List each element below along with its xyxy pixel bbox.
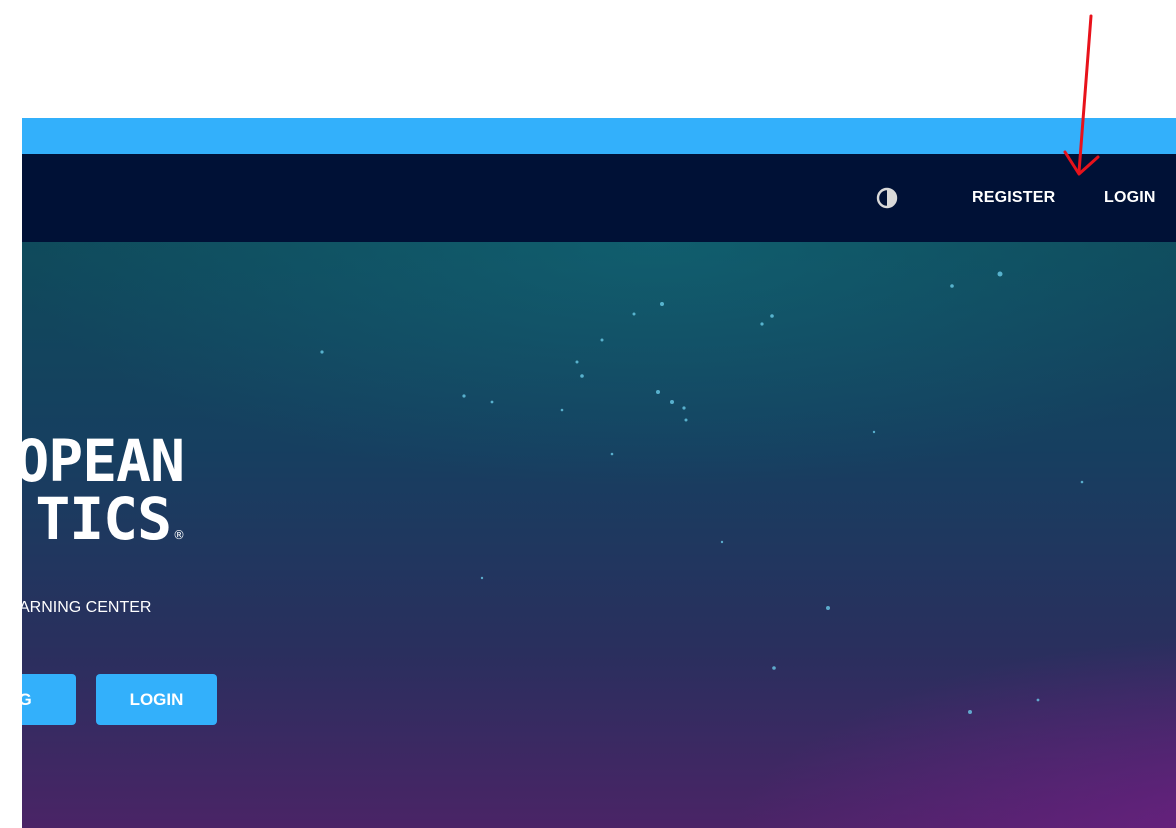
nav-login-link[interactable]: LOGIN xyxy=(1104,187,1156,209)
hero-subtitle: ARNING CENTER xyxy=(22,599,152,616)
brand-logo: OPEAN TICS ® xyxy=(22,427,185,564)
hero-particles-decoration xyxy=(320,271,1084,714)
hero-banner: OPEAN TICS® ARNING CENTER NG LOGIN xyxy=(22,242,1176,828)
browser-viewport: REGISTER LOGIN OPEAN TICS ® ARNING CENTE… xyxy=(22,118,1176,828)
nav-register-link[interactable]: REGISTER xyxy=(972,187,1055,209)
logo-line-2-text: TICS xyxy=(35,485,172,553)
logo-line-2: TICS ® xyxy=(22,490,185,564)
registered-mark: ® xyxy=(173,528,185,542)
navbar: REGISTER LOGIN xyxy=(22,154,1176,242)
logo-line-1: OPEAN xyxy=(22,427,185,495)
hero-login-button[interactable]: LOGIN xyxy=(96,674,217,725)
contrast-toggle-icon[interactable] xyxy=(876,187,898,209)
top-accent-bar xyxy=(22,118,1176,154)
hero-primary-button[interactable]: NG xyxy=(22,674,76,725)
